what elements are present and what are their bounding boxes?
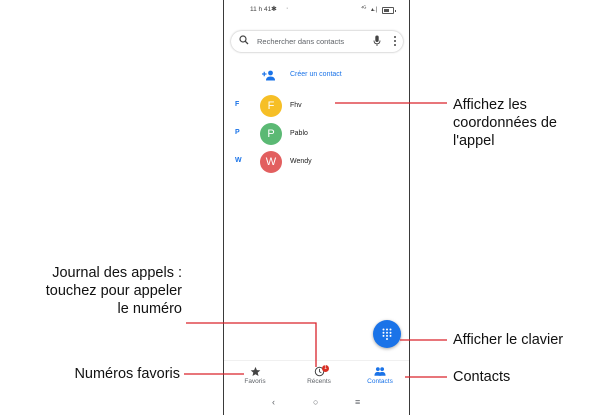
contact-name: Fhv [290,102,302,109]
home-icon[interactable]: ○ [313,397,318,407]
callout-text: touchez pour appeler [45,283,182,299]
contact-row-fhv[interactable]: F F Fhv [224,95,409,117]
callout-text: coordonnées de [453,115,557,131]
section-letter: P [235,129,240,136]
battery-icon [382,7,396,14]
menu-icon[interactable]: ≡ [355,397,360,407]
callout-text: Afficher le clavier [453,332,564,348]
callout-text: le numéro [117,301,182,317]
callout-call-log: Journal des appels : touchez pour appele… [0,264,182,318]
status-bar: 11 h 41 ✱ · ⁴ᴳ ▴.| [224,5,409,20]
callout-favorites: Numéros favoris [0,365,180,383]
create-contact-label: Créer un contact [290,71,342,78]
callout-call-details: Affichez les coordonnées de l'appel [453,96,557,150]
dialpad-button[interactable] [373,320,401,348]
people-icon [374,367,386,376]
star-icon [250,366,260,377]
callout-text: Journal des appels : [52,265,182,281]
search-bar[interactable] [231,31,403,52]
tab-favorites-label: Favoris [244,378,266,385]
microphone-icon[interactable] [373,35,381,47]
callout-text: Contacts [453,369,511,385]
avatar: W [260,151,282,173]
notification-dot-icon: · [286,5,289,12]
search-input[interactable] [257,34,367,48]
contact-name: Pablo [290,130,308,137]
section-letter: F [235,101,240,108]
callout-dialpad: Afficher le clavier [453,331,563,349]
settings-gear-icon: ✱ [271,6,277,13]
bottom-navigation: Favoris 1 Récents Contacts [224,360,409,393]
search-icon [239,35,249,45]
notification-badge: 1 [322,365,329,372]
avatar: P [260,123,282,145]
signal-icon: ▴.| [371,7,378,13]
tab-favorites[interactable]: Favoris [230,366,280,385]
callout-contacts: Contacts [453,368,510,386]
contact-name: Wendy [290,158,312,165]
status-time: 11 h 41 [250,6,272,13]
tab-recents[interactable]: 1 Récents [294,365,344,385]
tab-contacts[interactable]: Contacts [355,366,405,385]
contact-row-wendy[interactable]: W W Wendy [224,151,409,173]
avatar: F [260,95,282,117]
add-person-icon [262,70,275,81]
more-options-icon[interactable] [393,35,397,47]
tab-recents-label: Récents [307,378,331,385]
dialpad-icon [382,328,392,340]
section-letter: W [235,157,242,164]
callout-text: l'appel [453,133,495,149]
tab-contacts-label: Contacts [367,378,393,385]
network-type-icon: ⁴ᴳ [361,6,366,12]
phone-screen: 11 h 41 ✱ · ⁴ᴳ ▴.| Créer un contact [223,0,410,415]
callout-text: Numéros favoris [74,366,180,382]
back-icon[interactable]: ‹ [272,397,275,407]
callout-text: Affichez les [453,97,527,113]
system-navigation: ‹ ○ ≡ [224,397,409,411]
contact-row-pablo[interactable]: P P Pablo [224,123,409,145]
